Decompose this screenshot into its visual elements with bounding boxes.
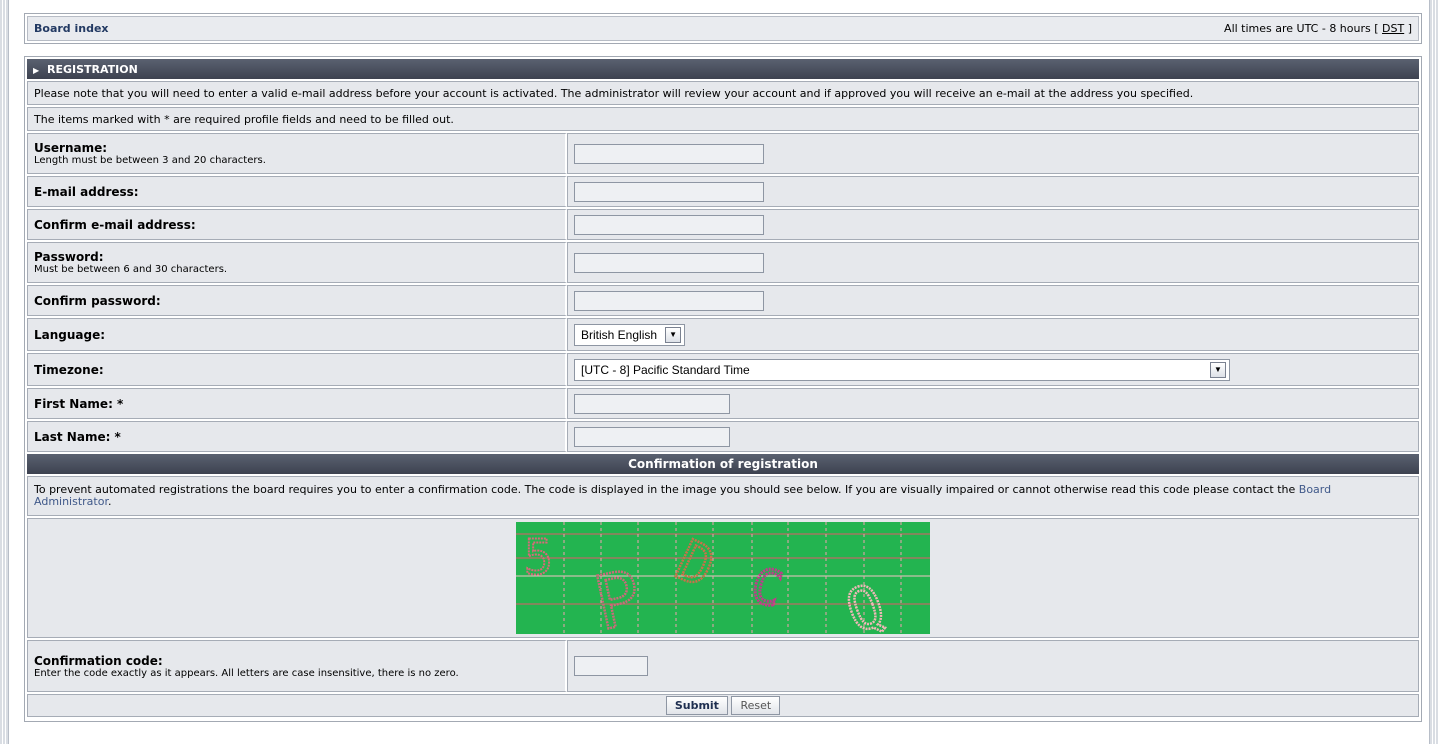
board-index-link[interactable]: Board index: [34, 22, 109, 35]
navbar: Board index All times are UTC - 8 hours …: [24, 13, 1422, 44]
registration-header: ▶ REGISTRATION: [27, 59, 1419, 79]
right-border-decoration: [1429, 0, 1438, 744]
language-label: Language:: [34, 327, 106, 342]
username-label: Username:: [34, 141, 108, 155]
password-input[interactable]: [574, 252, 764, 273]
registration-panel: ▶ REGISTRATION Please note that you will…: [24, 56, 1422, 722]
confirm-email-input[interactable]: [574, 214, 764, 235]
activation-notice: Please note that you will need to enter …: [27, 81, 1419, 105]
required-fields-note: The items marked with * are required pro…: [27, 107, 1419, 131]
chevron-down-icon: ▼: [1210, 361, 1226, 378]
chevron-down-icon: ▼: [665, 326, 682, 343]
timezone-label: Timezone:: [34, 362, 104, 377]
first-name-input[interactable]: [574, 393, 730, 414]
language-select[interactable]: British English ▼: [574, 323, 686, 346]
submit-button[interactable]: Submit: [665, 696, 728, 715]
password-hint: Must be between 6 and 30 characters.: [34, 264, 228, 275]
confirm-email-label: Confirm e-mail address:: [34, 217, 196, 232]
left-border-decoration: [0, 0, 9, 744]
username-hint: Length must be between 3 and 20 characte…: [34, 155, 266, 166]
confirm-password-input[interactable]: [574, 290, 764, 311]
password-label: Password:: [34, 250, 104, 264]
email-label: E-mail address:: [34, 184, 139, 199]
first-name-label: First Name: *: [34, 396, 124, 411]
svg-text:5: 5: [524, 530, 553, 586]
last-name-input[interactable]: [574, 426, 730, 447]
timezone-note: All times are UTC - 8 hours [ DST ]: [1224, 22, 1412, 35]
username-input[interactable]: [574, 143, 764, 164]
confirm-password-label: Confirm password:: [34, 293, 161, 308]
reset-button[interactable]: Reset: [731, 696, 781, 715]
dst-label: DST: [1382, 22, 1405, 35]
timezone-select[interactable]: [UTC - 8] Pacific Standard Time ▼: [574, 358, 1230, 381]
page-wrapper: Board index All times are UTC - 8 hours …: [24, 0, 1422, 722]
triangle-right-icon: ▶: [33, 65, 40, 75]
registration-form: ▶ REGISTRATION Please note that you will…: [27, 57, 1419, 719]
confirmation-code-input[interactable]: [574, 656, 648, 676]
confirmation-header: Confirmation of registration: [27, 454, 1419, 474]
confirmation-code-hint: Enter the code exactly as it appears. Al…: [34, 667, 459, 679]
confirmation-code-label: Confirmation code:: [34, 653, 163, 668]
email-input[interactable]: [574, 181, 764, 202]
confirmation-description: To prevent automated registrations the b…: [27, 476, 1419, 516]
captcha-image: 5 P D C Q: [516, 522, 930, 634]
last-name-label: Last Name: *: [34, 429, 121, 444]
